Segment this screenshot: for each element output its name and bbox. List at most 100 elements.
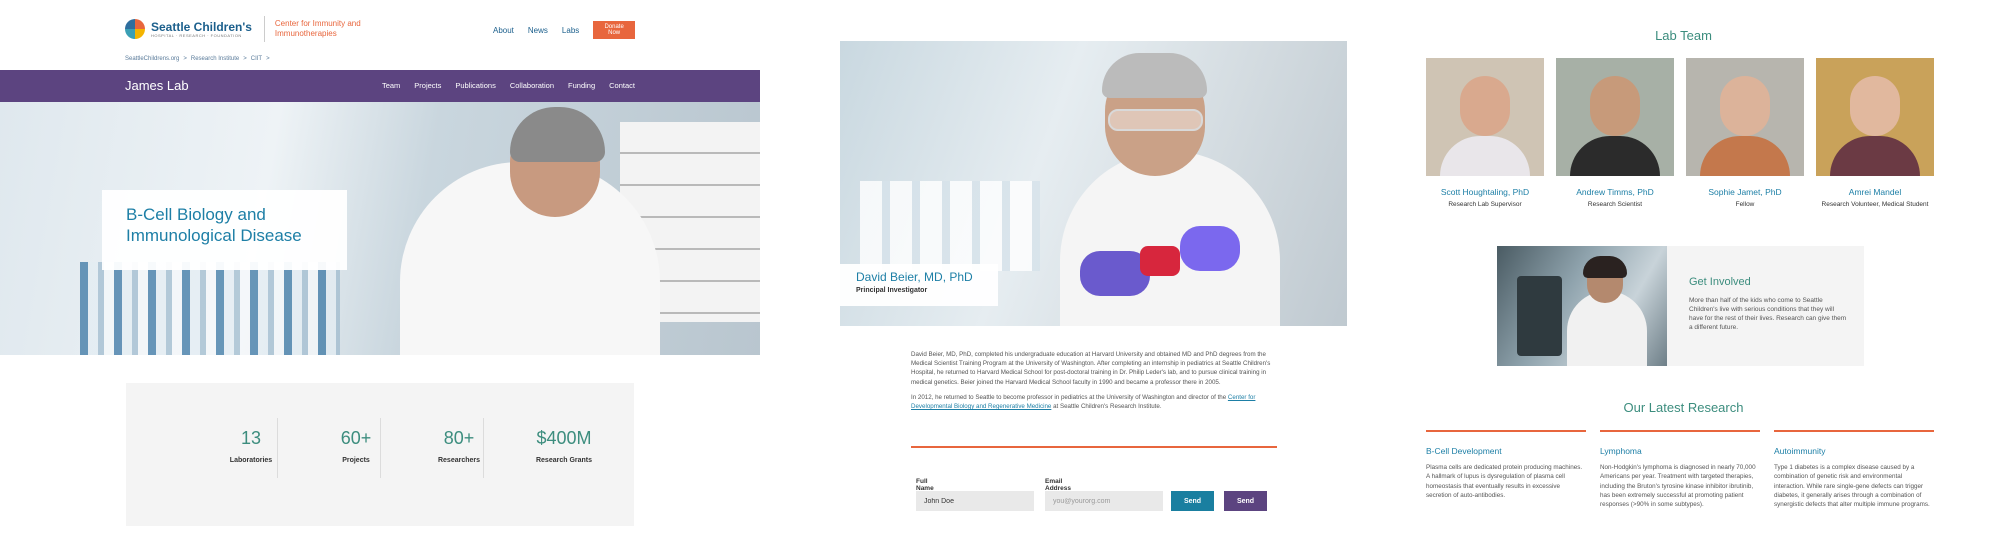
lab-tubes-graphic bbox=[80, 262, 340, 355]
stat-value: 13 bbox=[240, 428, 262, 448]
logo-tagline: HOSPITAL · RESEARCH · FOUNDATION bbox=[151, 32, 242, 38]
research-divider bbox=[1774, 430, 1934, 432]
lab-nav-projects[interactable]: Projects bbox=[414, 81, 441, 90]
bio-paragraph: David Beier, MD, PhD, completed his unde… bbox=[911, 351, 1271, 386]
lab-nav-team[interactable]: Team bbox=[382, 81, 400, 90]
stat-label: Laboratories bbox=[229, 457, 273, 464]
researcher-microscope-photo bbox=[1497, 246, 1667, 366]
stat-divider bbox=[380, 418, 381, 478]
researcher-hair-graphic bbox=[1583, 256, 1627, 278]
member-role: Fellow bbox=[1735, 201, 1755, 208]
investigator-name: David Beier, MD, PhD bbox=[856, 270, 973, 284]
team-research-panel: Lab Team Scott Houghtaling, PhD Research… bbox=[1400, 0, 2000, 551]
nav-link-about[interactable]: About bbox=[493, 26, 514, 35]
team-member[interactable]: Scott Houghtaling, PhD Research Lab Supe… bbox=[1426, 58, 1544, 209]
latest-research-title: Our Latest Research bbox=[1623, 400, 1744, 415]
avatar-body bbox=[1570, 136, 1660, 176]
lab-name[interactable]: James Lab bbox=[125, 78, 189, 93]
team-member[interactable]: Sophie Jamet, PhD Fellow bbox=[1686, 58, 1804, 209]
site-logo[interactable]: Seattle Children's HOSPITAL · RESEARCH ·… bbox=[125, 16, 385, 42]
avatar-face bbox=[1720, 76, 1770, 136]
site-header: Seattle Children's HOSPITAL · RESEARCH ·… bbox=[125, 12, 635, 52]
glove-graphic bbox=[1180, 226, 1240, 271]
email-input[interactable] bbox=[1045, 491, 1163, 511]
donate-button[interactable]: Donate Now bbox=[593, 21, 635, 39]
investigator-caption: David Beier, MD, PhD Principal Investiga… bbox=[840, 264, 998, 306]
scientist-hair-graphic bbox=[510, 107, 605, 162]
breadcrumb-link-research[interactable]: Research Institute bbox=[191, 56, 239, 62]
investigator-coat-graphic bbox=[1060, 151, 1280, 326]
stat-label: Research Grants bbox=[535, 457, 593, 464]
breadcrumb-separator: > bbox=[183, 56, 187, 62]
research-divider bbox=[1600, 430, 1760, 432]
team-member[interactable]: Amrei Mandel Research Volunteer, Medical… bbox=[1816, 58, 1934, 209]
get-involved-title[interactable]: Get Involved bbox=[1689, 276, 1751, 288]
lab-team-title: Lab Team bbox=[1655, 28, 1712, 43]
research-divider bbox=[1426, 430, 1586, 432]
breadcrumb-link-ciit[interactable]: CIIT bbox=[251, 56, 262, 62]
stats-panel: 13 Laboratories 60+ Projects 80+ Researc… bbox=[126, 383, 634, 526]
bio-paragraph: In 2012, he returned to Seattle to becom… bbox=[911, 393, 1276, 411]
stat-value: 80+ bbox=[443, 428, 475, 448]
lab-nav-funding[interactable]: Funding bbox=[568, 81, 595, 90]
nav-link-labs[interactable]: Labs bbox=[562, 26, 579, 35]
member-name[interactable]: Scott Houghtaling, PhD bbox=[1426, 187, 1544, 197]
logo-name: Seattle Children's bbox=[151, 19, 252, 34]
get-involved-card[interactable]: Get Involved More than half of the kids … bbox=[1497, 246, 1864, 366]
lab-homepage-panel: Seattle Children's HOSPITAL · RESEARCH ·… bbox=[0, 0, 760, 551]
nav-link-news[interactable]: News bbox=[528, 26, 548, 35]
investigator-panel: David Beier, MD, PhD Principal Investiga… bbox=[780, 0, 1380, 551]
stat-label: Researchers bbox=[437, 457, 481, 464]
hero-title: B-Cell Biology and Immunological Disease bbox=[126, 205, 302, 245]
stat-divider bbox=[277, 418, 278, 478]
stat-value: 60+ bbox=[340, 428, 372, 448]
research-item: Lymphoma Non-Hodgkin's lymphoma is diagn… bbox=[1600, 430, 1760, 509]
member-name[interactable]: Amrei Mandel bbox=[1816, 187, 1934, 197]
full-name-input[interactable] bbox=[916, 491, 1034, 511]
member-role: Research Volunteer, Medical Student bbox=[1821, 201, 1929, 208]
research-text: Type 1 diabetes is a complex disease cau… bbox=[1774, 464, 1930, 509]
research-item: Autoimmunity Type 1 diabetes is a comple… bbox=[1774, 430, 1934, 509]
lab-bottles-graphic bbox=[860, 181, 1040, 271]
full-name-label: Full Name bbox=[916, 478, 934, 492]
research-title[interactable]: B-Cell Development bbox=[1426, 446, 1586, 456]
stat-value: $400M bbox=[536, 428, 592, 448]
flask-graphic bbox=[1140, 246, 1180, 276]
stat-researchers: 80+ Researchers bbox=[409, 428, 509, 464]
avatar bbox=[1816, 58, 1934, 176]
avatar bbox=[1686, 58, 1804, 176]
bio-text: In 2012, he returned to Seattle to becom… bbox=[911, 393, 1227, 401]
stat-label: Projects bbox=[342, 457, 370, 464]
logo-divider bbox=[263, 16, 265, 42]
goggles-graphic bbox=[1108, 109, 1203, 131]
avatar-body bbox=[1440, 136, 1530, 176]
lab-nav-collaboration[interactable]: Collaboration bbox=[510, 81, 554, 90]
avatar-face bbox=[1460, 76, 1510, 136]
stat-projects: 60+ Projects bbox=[306, 428, 406, 464]
email-label: Email Address bbox=[1045, 478, 1072, 492]
member-name[interactable]: Andrew Timms, PhD bbox=[1556, 187, 1674, 197]
investigator-title: Principal Investigator bbox=[856, 287, 928, 294]
lab-nav-contact[interactable]: Contact bbox=[609, 81, 635, 90]
avatar-face bbox=[1590, 76, 1640, 136]
send-button-purple[interactable]: Send bbox=[1224, 491, 1267, 511]
research-item: B-Cell Development Plasma cells are dedi… bbox=[1426, 430, 1586, 500]
member-role: Research Scientist bbox=[1587, 201, 1643, 208]
hero-title-box: B-Cell Biology and Immunological Disease bbox=[102, 190, 347, 270]
stat-divider bbox=[483, 418, 484, 478]
section-divider bbox=[911, 446, 1277, 448]
member-role: Research Lab Supervisor bbox=[1448, 201, 1522, 208]
lab-nav-publications[interactable]: Publications bbox=[455, 81, 495, 90]
breadcrumb-link-home[interactable]: SeattleChildrens.org bbox=[125, 56, 179, 62]
hero-image-lab: B-Cell Biology and Immunological Disease bbox=[0, 102, 760, 355]
team-member[interactable]: Andrew Timms, PhD Research Scientist bbox=[1556, 58, 1674, 209]
avatar bbox=[1426, 58, 1544, 176]
microscope-graphic bbox=[1517, 276, 1562, 356]
research-title[interactable]: Lymphoma bbox=[1600, 446, 1760, 456]
member-name[interactable]: Sophie Jamet, PhD bbox=[1686, 187, 1804, 197]
research-text: Non-Hodgkin's lymphoma is diagnosed in n… bbox=[1600, 464, 1756, 509]
team-grid: Scott Houghtaling, PhD Research Lab Supe… bbox=[1426, 58, 1936, 223]
avatar bbox=[1556, 58, 1674, 176]
send-button-teal[interactable]: Send bbox=[1171, 491, 1214, 511]
research-title[interactable]: Autoimmunity bbox=[1774, 446, 1934, 456]
